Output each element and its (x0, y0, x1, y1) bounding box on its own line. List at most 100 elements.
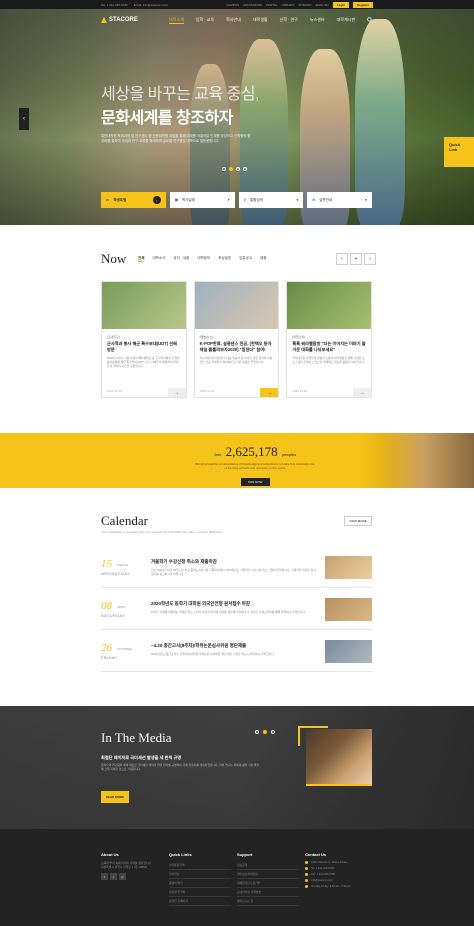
topbar-link[interactable]: ENGLISH (316, 3, 329, 7)
site-logo[interactable]: STACORE (101, 17, 138, 23)
login-button[interactable]: Login (332, 1, 349, 8)
card-date: 2020.11.05 (292, 389, 308, 393)
card-more-button[interactable]: → (167, 388, 186, 397)
slider-dot-active[interactable] (263, 730, 267, 734)
nav-item-board[interactable]: 대학게시판 (337, 17, 355, 23)
nav-item-news[interactable]: 뉴스센터 (310, 17, 325, 23)
hero-slider-dots (222, 167, 247, 171)
footer-link[interactable]: 찾아오시는 길 (237, 897, 299, 906)
quick-link-button[interactable]: Quick Link (444, 137, 474, 167)
calendar-event[interactable]: 15 MARCH WEDNESDAY 겨울학기 수강신청 취소와 재출마감 지난… (101, 556, 372, 588)
service-student-portal[interactable]: ▭ 학생포털 › (101, 192, 166, 208)
service-admission[interactable]: ✉ 입학안내 ▾ (307, 192, 372, 208)
calendar-event[interactable]: 26 OCTOBER FRIDAY ~4.20 중간고사(8주차)/학위논문심사… (101, 640, 372, 672)
footer-quick-links: Quick Links 대학통합검색 학사일정 증명서 발급 대학원 입학처 온… (169, 852, 231, 906)
news-card[interactable]: [대학소식] 톡톡 워라밸탐방 "더는 이어지는 이야기 즐거운 대화를 나눠보… (286, 281, 373, 398)
footer-link[interactable]: 개인정보처리방침 (237, 870, 299, 879)
hero-description: 일반대학원 학위과정 및 연구센터 중 전문대학원 과정을 통해 미래를 이끌어… (101, 134, 251, 143)
topbar-link[interactable]: ADMISSIONS (243, 3, 262, 7)
photo-frame-accent (298, 726, 328, 746)
view-more-button[interactable]: VIEW MORE (344, 516, 372, 526)
tab-news[interactable]: 대학소식 (152, 256, 165, 262)
event-title[interactable]: 2020학년도 동학기 대학원 외국인전형 원서접수 마감 (151, 601, 250, 607)
footer-link[interactable]: 학사일정 (169, 870, 231, 879)
tab-bid[interactable]: 입찰공고 (239, 256, 252, 262)
card-more-button[interactable]: → (260, 388, 279, 397)
nav-item-admission[interactable]: 입학 · 교육 (196, 17, 214, 23)
footer-quick-title: Quick Links (169, 852, 192, 857)
card-more-button[interactable]: → (353, 388, 372, 397)
footer-link[interactable]: 교내인터넷 전화번호 (237, 888, 299, 897)
footer-link[interactable]: 온라인 홈페이지 (169, 897, 231, 906)
media-photo (298, 726, 372, 786)
service-label: 학사일정 (182, 197, 195, 202)
tab-notice[interactable]: 공지 · 새움 (173, 256, 189, 262)
service-search[interactable]: ⚲ 통합검색 ▾ (238, 192, 304, 208)
instagram-icon[interactable]: ◎ (119, 873, 126, 880)
twitter-icon[interactable]: t (110, 873, 117, 880)
calendar-event[interactable]: 08 APRIL SATURDAY 2020학년도 동학기 대학원 외국인전형 … (101, 598, 372, 630)
topbar-link[interactable]: SITEMAP (298, 3, 311, 7)
logo-text: STACORE (109, 17, 138, 23)
media-headline[interactable]: 최첨단 레이저로 극미세선 발생을 세 번씩 규명 (101, 755, 181, 761)
facebook-icon[interactable]: f (101, 873, 108, 880)
nav-item-about[interactable]: 대학소개 (169, 17, 184, 24)
event-day: 26 (101, 642, 112, 654)
mail-icon (305, 879, 308, 882)
card-image (102, 282, 186, 329)
topbar-link[interactable]: LIBRARY (282, 3, 295, 7)
tab-recruit[interactable]: 채용 (260, 256, 266, 262)
card-title[interactable]: K-POP한류, 실용댄스 전공, [한택오 동아제일 물흘려보자2020] "… (200, 341, 274, 352)
tab-all[interactable]: 전체 (138, 256, 145, 262)
event-weekday: SATURDAY (101, 613, 126, 618)
service-academic-calendar[interactable]: ▦ 학사일정 ▾ (169, 192, 235, 208)
nav-item-campus-life[interactable]: 대학생활 (253, 17, 268, 23)
footer-link[interactable]: 대학원 입학처 (169, 888, 231, 897)
slider-dot[interactable] (222, 167, 226, 171)
speaker-photo (360, 433, 474, 488)
tab-info[interactable]: 대학정보 (197, 256, 210, 262)
tab-award[interactable]: 포상발표 (218, 256, 231, 262)
nav-item-research[interactable]: 산학 · 연구 (280, 17, 298, 23)
slider-dot[interactable] (243, 167, 247, 171)
contact-email[interactable]: info@stacore.co.kr (311, 879, 333, 882)
prev-button[interactable]: ‹ (336, 253, 348, 265)
service-label: 학생포털 (113, 197, 127, 202)
slider-dot-active[interactable] (229, 167, 233, 171)
card-title[interactable]: 군사학과 봉사 해군 특수부대(UDT) 선배 방문 (107, 341, 181, 352)
topbar-link[interactable]: CAMPUS (226, 3, 239, 7)
footer-support: Support 정보공개 개인정보처리방침 이메일무단수집거부 교내인터넷 전화… (237, 852, 299, 906)
next-button[interactable]: › (364, 253, 376, 265)
slider-dot[interactable] (271, 730, 275, 734)
register-button[interactable]: Register (352, 1, 373, 8)
footer-link[interactable]: 증명서 발급 (169, 879, 231, 888)
hero-line-2-rest: 를 창조하자 (157, 110, 234, 127)
read-more-button[interactable]: READ MORE (101, 791, 129, 803)
service-label: 입학안내 (319, 197, 333, 202)
search-icon[interactable] (367, 16, 373, 24)
news-card[interactable]: [앨범/뉴스] K-POP한류, 실용댄스 전공, [한택오 동아제일 물흘려보… (193, 281, 280, 398)
event-title[interactable]: 겨울학기 수강신청 취소와 재출마감 (151, 559, 217, 565)
event-title[interactable]: ~4.20 중간고사(8주차)/학위논문심사위원 명단제출 (151, 643, 246, 649)
topbar-email: Email. info@stacore.co.kr (133, 2, 168, 7)
card-title[interactable]: 톡톡 워라밸탐방 "더는 이어지는 이야기 즐거운 대화를 나눠보세요" (292, 341, 366, 352)
footer-link[interactable]: 이메일무단수집거부 (237, 879, 299, 888)
plus-icon[interactable]: + (350, 253, 362, 265)
event-day: 15 (101, 558, 112, 570)
nav-item-academics[interactable]: 학사안내 (226, 17, 241, 23)
slider-dot[interactable] (236, 167, 240, 171)
footer-contact-title: Contact Us (305, 852, 327, 857)
news-card[interactable]: [교내주요] 군사학과 봉사 해군 특수부대(UDT) 선배 방문 2020년 … (101, 281, 187, 398)
hero-prev-button[interactable]: ‹ (19, 108, 29, 130)
footer-link[interactable]: 정보공개 (237, 861, 299, 870)
slider-dot[interactable] (255, 730, 259, 734)
top-utility-bar: Tel. 1 012-345-6789 Email. info@stacore.… (0, 0, 474, 9)
media-slider-dots (255, 730, 275, 734)
hero-line-2: 문화세계를 창조하자 (101, 104, 259, 128)
chevron-left-icon: ‹ (23, 116, 25, 122)
join-now-button[interactable]: JOIN NOW (240, 478, 270, 486)
calendar-subtitle: Your satisfaction in knowing that your r… (101, 530, 223, 534)
footer-link[interactable]: 대학통합검색 (169, 861, 231, 870)
card-body: 지난 9월 4일 대한민국 대표 방송사 중 하나인 관련 행사에 실용댄스 전… (199, 356, 273, 364)
topbar-link[interactable]: PORTAL (266, 3, 278, 7)
